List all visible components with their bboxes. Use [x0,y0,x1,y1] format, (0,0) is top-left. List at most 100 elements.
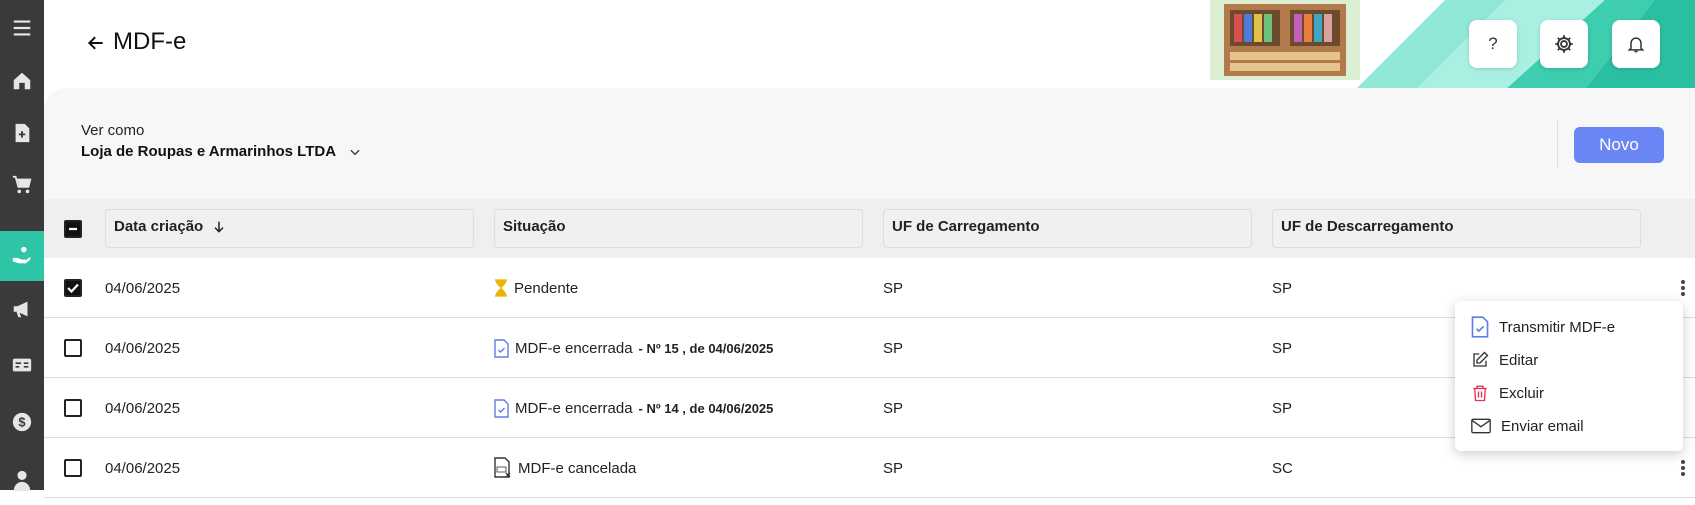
edit-icon [1473,351,1489,367]
row-status-label: MDF-e cancelada [518,459,637,477]
table-row[interactable]: 04/06/2025 MDF-e encerrada - Nº 15 , de … [44,318,1695,378]
row-status-label: Pendente [514,279,579,297]
menu-item-edit[interactable]: Editar [1471,347,1538,373]
table-row[interactable]: 04/06/2025 MDF-e cancelada SP SC [44,438,1695,498]
column-header-uf-load-label: UF de Carregamento [892,218,1040,235]
column-header-date-label: Data criação [114,218,204,235]
row-status: MDF-e encerrada - Nº 15 , de 04/06/2025 [494,318,773,378]
user-icon [13,470,31,491]
menu-item-delete[interactable]: Excluir [1471,380,1544,406]
dollar-icon: $ [12,412,32,432]
sidebar-item-billing[interactable] [0,340,44,390]
check-icon [67,283,79,294]
row-actions-button[interactable] [1675,278,1691,298]
row-checkbox[interactable] [64,399,82,417]
wardrobe-image [1210,0,1360,80]
sidebar-item-payments[interactable]: $ [0,397,44,447]
column-header-status-label: Situação [503,218,566,235]
column-header-uf-unload-label: UF de Descarregamento [1281,218,1454,235]
row-uf-load: SP [883,399,904,417]
row-date: 04/06/2025 [105,459,181,477]
row-checkbox[interactable] [64,459,82,477]
row-actions-button[interactable] [1675,458,1691,478]
ver-como-label: Ver como [81,122,145,139]
row-uf-unload: SP [1272,339,1293,357]
minus-icon [69,227,77,231]
menu-item-transmit[interactable]: Transmitir MDF-e [1471,314,1615,340]
arrow-down-icon [214,221,224,233]
home-icon [13,72,31,90]
menu-item-label: Editar [1499,351,1539,369]
sidebar-item-home[interactable] [0,56,44,106]
hand-coins-icon [12,246,31,264]
chevron-down-icon [350,149,360,155]
dot-icon [1681,286,1685,290]
row-uf-unload: SP [1272,279,1293,297]
sidebar-item-sales[interactable] [0,160,44,210]
dot-icon [1681,466,1685,470]
menu-item-label: Enviar email [1501,417,1584,435]
sidebar-menu-toggle[interactable] [0,3,44,53]
row-status: MDF-e encerrada - Nº 14 , de 04/06/2025 [494,378,773,438]
sidebar-item-profile[interactable] [0,455,44,505]
sidebar-item-finance[interactable] [0,231,44,281]
menu-item-email[interactable]: Enviar email [1471,413,1584,439]
table-row[interactable]: 04/06/2025 MDF-e encerrada - Nº 14 , de … [44,378,1695,438]
column-header-uf-load[interactable]: UF de Carregamento [883,209,1252,248]
company-selector[interactable]: Loja de Roupas e Armarinhos LTDA [81,143,362,160]
row-uf-load: SP [883,279,904,297]
menu-item-label: Transmitir MDF-e [1499,318,1616,336]
settings-button[interactable] [1540,20,1588,68]
column-header-date[interactable]: Data criação [105,209,474,248]
help-button[interactable]: ? [1469,20,1517,68]
row-uf-unload: SP [1272,399,1293,417]
page-title: MDF-e [113,28,187,55]
menu-item-label: Excluir [1499,384,1545,402]
row-date: 04/06/2025 [105,399,181,417]
store-thumbnail [1210,0,1360,80]
column-header-uf-unload[interactable]: UF de Descarregamento [1272,209,1641,248]
row-status: Pendente [494,258,578,318]
back-button[interactable] [86,30,108,56]
row-uf-unload: SC [1272,459,1293,477]
megaphone-icon [13,301,28,318]
document-check-icon [494,398,509,418]
mail-icon [1471,418,1491,434]
sidebar-item-marketing[interactable] [0,284,44,334]
bell-icon [1627,37,1645,53]
row-uf-load: SP [883,459,904,477]
row-date: 04/06/2025 [105,339,181,357]
table-header: Data criação Situação UF de Carregamento… [44,199,1695,259]
row-status-detail: - Nº 15 , de 04/06/2025 [638,340,774,356]
sidebar: $ [0,0,44,491]
row-status: MDF-e cancelada [494,438,636,498]
notifications-button[interactable] [1612,20,1660,68]
row-status-label: MDF-e encerrada [515,399,633,417]
document-plus-icon [15,123,30,143]
sidebar-item-documents[interactable] [0,108,44,158]
dot-icon [1681,460,1685,464]
id-card-icon [12,358,32,372]
row-checkbox[interactable] [64,339,82,357]
new-button[interactable]: Novo [1574,127,1664,163]
arrow-left-icon [87,36,103,50]
nfe-cancel-icon [494,457,511,478]
svg-text:$: $ [18,415,25,430]
document-check-icon [494,338,509,358]
company-name: Loja de Roupas e Armarinhos LTDA [81,143,337,160]
row-actions-menu: Transmitir MDF-e Editar Excluir Enviar e… [1455,301,1683,451]
row-checkbox[interactable] [64,279,82,297]
dot-icon [1681,472,1685,476]
dot-icon [1681,292,1685,296]
hourglass-icon [495,279,507,297]
row-date: 04/06/2025 [105,279,181,297]
row-uf-load: SP [883,339,904,357]
gear-icon [1555,35,1573,53]
table-row[interactable]: 04/06/2025 Pendente SP SP [44,258,1695,318]
trash-icon [1473,385,1487,402]
divider [1557,120,1558,168]
row-status-detail: - Nº 14 , de 04/06/2025 [638,400,774,416]
select-all-checkbox[interactable] [64,220,82,238]
document-check-icon [1471,316,1489,338]
column-header-status[interactable]: Situação [494,209,863,248]
